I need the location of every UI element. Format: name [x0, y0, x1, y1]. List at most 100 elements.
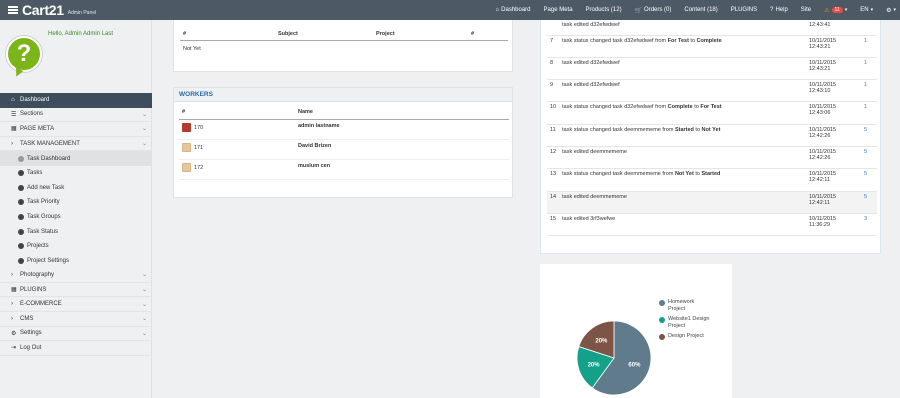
sidebar-item-task-dashboard[interactable]: Task Dashboard	[0, 151, 152, 166]
admin-panel-subtitle: Admin Panel	[67, 9, 97, 16]
table-row: 13 task status changed task deemmememe fr…	[547, 168, 877, 192]
log-task-link[interactable]: 5	[861, 168, 877, 192]
table-row: 12 task edited deemmememe 10/11/2015 12:42…	[547, 146, 877, 170]
sidebar-item-settings[interactable]: ⚙ Settings ⌄	[0, 327, 152, 342]
table-row[interactable]: 172 muslum cen	[179, 159, 509, 180]
status-name: Not Yet	[701, 126, 721, 133]
sidebar-item-sections[interactable]: ☰ Sections ⌄	[0, 108, 152, 123]
sidebar-item-label: Task Status	[27, 228, 59, 235]
log-task-link[interactable]: 5	[861, 146, 877, 170]
nav-dashboard[interactable]: ⌂ Dashboard	[496, 7, 531, 13]
top-nav-menu: ⌂ Dashboard Page Meta Products (12) 🛒 Orders …	[483, 0, 896, 20]
log-task-link[interactable]: 5	[861, 191, 877, 214]
log-task-link[interactable]: 1	[861, 79, 877, 103]
table-row[interactable]: 171 David Brizen	[179, 139, 509, 160]
nav-plugins[interactable]: PLUGINS	[731, 7, 757, 13]
sidebar-item-task-priority[interactable]: Task Priority	[0, 195, 152, 210]
sidebar-item-label: Add new Task	[27, 184, 65, 191]
log-task-link[interactable]: 1	[861, 101, 877, 125]
sidebar-item-project-settings[interactable]: Project Settings	[0, 254, 152, 269]
sidebar-item-page-meta[interactable]: ▦ PAGE META ⌄	[0, 122, 152, 137]
legend-label: Design Project	[668, 333, 704, 339]
chevron-down-icon: ⌄	[141, 301, 147, 308]
log-text: task status changed task d32efwdwef from…	[559, 101, 806, 125]
worker-id: 170	[194, 124, 204, 131]
log-date: 10/11/2015 12:43:10	[806, 79, 861, 103]
greeting-text: Hello, Admin Admin Last	[48, 31, 114, 37]
sidebar-item-photography[interactable]: › Photography ⌄	[0, 268, 152, 283]
empty-row-text: Not Yet	[183, 46, 201, 52]
settings-dropdown[interactable]: ⚙ ▾	[886, 7, 896, 14]
log-task-link[interactable]: 1	[861, 35, 877, 58]
bullet-icon	[18, 214, 24, 221]
sidebar-item-label: Project Settings	[27, 257, 70, 264]
log-text-part: task edited 3rf3wefwe	[562, 215, 616, 222]
sidebar-item-dashboard[interactable]: ⌂ Dashboard	[0, 93, 152, 108]
alerts-dropdown[interactable]: ⚠ 11 ▾	[824, 7, 847, 14]
menu-icon[interactable]	[8, 6, 18, 14]
sidebar-item-label: PLUGINS	[20, 286, 47, 293]
sidebar-item-plugins[interactable]: ▦ PLUGINS ⌄	[0, 283, 152, 298]
chevron-down-icon: ⌄	[141, 330, 147, 337]
nav-site[interactable]: Site	[801, 7, 811, 13]
nav-products-12[interactable]: Products (12)	[586, 7, 622, 13]
legend-item[interactable]: Homework Project	[659, 299, 710, 313]
nav-orders-0[interactable]: 🛒 Orders (0)	[635, 7, 672, 14]
sidebar-item-label: Log Out	[20, 344, 42, 351]
sidebar-item-log-out[interactable]: ⇥ Log Out	[0, 341, 152, 356]
avatar[interactable]: ?	[6, 36, 42, 79]
status-name: Started	[701, 171, 721, 178]
table-row: 15 task edited 3rf3wefwe 10/11/2015 11:36:…	[547, 213, 877, 237]
home-icon: ⌂	[11, 97, 15, 104]
log-text: task edited deemmememe	[559, 191, 806, 214]
sidebar-item-label: Task Priority	[27, 199, 60, 206]
sidebar-item-projects[interactable]: Projects	[0, 239, 152, 254]
question-mark-icon: ?	[16, 40, 32, 67]
legend-item[interactable]: Design Project	[659, 333, 710, 340]
brand[interactable]: Cart21 Admin Panel	[0, 2, 152, 18]
logout-icon: ⇥	[11, 345, 17, 352]
sidebar-item-e-commerce[interactable]: › E-COMMERCE ⌄	[0, 297, 152, 312]
nav-page-meta[interactable]: Page Meta	[544, 7, 573, 13]
bullet-icon	[18, 228, 24, 235]
project-pie-chart: 60% 20% 20%	[576, 320, 652, 396]
log-index: 10	[547, 101, 560, 125]
tasks-table: # Subject Project # Not Yet	[180, 28, 508, 55]
col-subject: Subject	[275, 28, 373, 41]
log-index: 13	[547, 168, 560, 192]
chevron-down-icon: ⌄	[141, 316, 147, 323]
chevron-down-icon: ⌄	[141, 111, 147, 118]
log-task-link[interactable]: 5	[861, 124, 877, 147]
sidebar-item-label: Dashboard	[20, 97, 50, 104]
grid-icon: ▦	[11, 287, 17, 294]
table-row[interactable]: 170 admin lastname	[179, 119, 509, 140]
sidebar-item-label: Projects	[27, 243, 49, 250]
log-task-link[interactable]: 1	[861, 57, 877, 81]
log-task-link[interactable]	[861, 20, 877, 36]
logo-text[interactable]: Cart21	[22, 2, 64, 18]
table-row: 10 task status changed task d32efwdwef fr…	[547, 101, 877, 125]
sidebar-item-task-management[interactable]: › TASK MANAGEMENT ⌄	[0, 137, 152, 152]
log-text: task status changed task deemmememe from…	[559, 124, 806, 147]
sidebar-item-task-status[interactable]: Task Status	[0, 224, 152, 239]
log-date: 10/11/2015 12:43:06	[806, 101, 861, 125]
pie-label: 20%	[588, 363, 601, 369]
legend-item[interactable]: Website1 Design Project	[659, 316, 710, 330]
col-number: #	[180, 28, 275, 41]
language-dropdown[interactable]: EN ▾	[860, 7, 873, 13]
sidebar-item-add-new-task[interactable]: Add new Task	[0, 181, 152, 196]
chevron-right-icon: ›	[11, 140, 13, 147]
nav-help[interactable]: ? Help	[770, 7, 788, 13]
sidebar-item-label: Task Groups	[27, 214, 61, 221]
sidebar-item-label: Sections	[20, 111, 44, 118]
log-task-link[interactable]: 3	[861, 213, 877, 237]
nav-content-18[interactable]: Content (18)	[684, 7, 717, 13]
sidebar-item-task-groups[interactable]: Task Groups	[0, 210, 152, 225]
sidebar-item-cms[interactable]: › CMS ⌄	[0, 312, 152, 327]
log-text-part: task edited d32efwdwef	[562, 59, 620, 66]
worker-id: 171	[194, 144, 204, 151]
sidebar-item-tasks[interactable]: Tasks	[0, 166, 152, 181]
log-date: 10/11/2015 12:42:11	[806, 191, 861, 214]
bullet-icon	[18, 184, 24, 191]
col-name: Name	[295, 105, 509, 120]
